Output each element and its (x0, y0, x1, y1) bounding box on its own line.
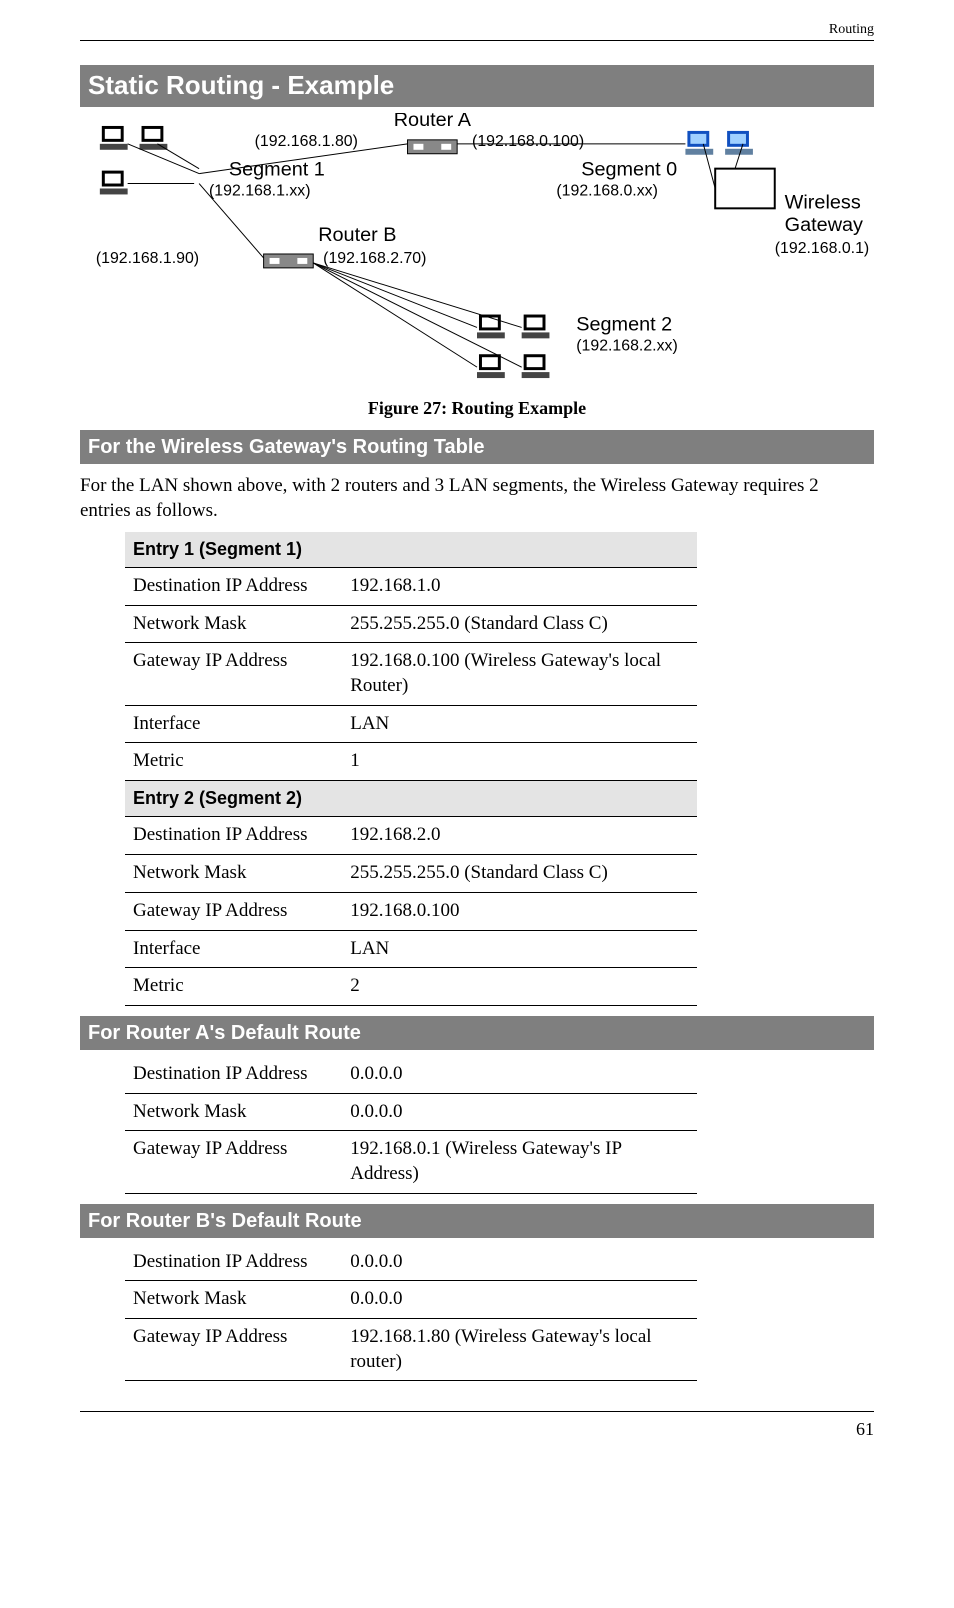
value-mask: 255.255.255.0 (Standard Class C) (342, 855, 696, 893)
table-row: Network Mask 255.255.255.0 (Standard Cla… (125, 605, 697, 643)
value-mask: 0.0.0.0 (342, 1093, 696, 1131)
value-metric: 1 (342, 743, 696, 781)
table-row: Gateway IP Address 192.168.0.1 (Wireless… (125, 1131, 697, 1193)
svg-text:(192.168.2.70): (192.168.2.70) (323, 250, 426, 267)
section-heading-static-routing: Static Routing - Example (80, 65, 874, 107)
router-b-table: Destination IP Address 0.0.0.0 Network M… (125, 1244, 697, 1382)
label-dest: Destination IP Address (125, 1056, 342, 1093)
value-iface: LAN (342, 930, 696, 968)
table-row: Destination IP Address 192.168.1.0 (125, 567, 697, 605)
svg-text:(192.168.0.xx): (192.168.0.xx) (556, 182, 657, 199)
value-mask: 255.255.255.0 (Standard Class C) (342, 605, 696, 643)
value-dest: 192.168.2.0 (342, 817, 696, 855)
svg-text:(192.168.0.1): (192.168.0.1) (775, 240, 869, 257)
value-gw: 192.168.0.1 (Wireless Gateway's IP Addre… (342, 1131, 696, 1193)
label-metric: Metric (125, 743, 342, 781)
label-dest: Destination IP Address (125, 1244, 342, 1281)
value-iface: LAN (342, 705, 696, 743)
table-row: Metric 1 (125, 743, 697, 781)
svg-text:Segment 0: Segment 0 (581, 158, 677, 180)
svg-text:(192.168.1.xx): (192.168.1.xx) (209, 182, 310, 199)
label-gw: Gateway IP Address (125, 1319, 342, 1381)
header-rule: Routing (80, 40, 874, 41)
svg-text:Wireless: Wireless (785, 191, 861, 213)
table-row: Destination IP Address 192.168.2.0 (125, 817, 697, 855)
table-row: Entry 1 (Segment 1) (125, 532, 697, 568)
table-row: Network Mask 255.255.255.0 (Standard Cla… (125, 855, 697, 893)
table-row: Network Mask 0.0.0.0 (125, 1093, 697, 1131)
section-heading-router-a: For Router A's Default Route (80, 1016, 874, 1050)
router-a-table: Destination IP Address 0.0.0.0 Network M… (125, 1056, 697, 1194)
figure-caption: Figure 27: Routing Example (80, 397, 874, 420)
value-dest: 192.168.1.0 (342, 567, 696, 605)
svg-text:Segment 2: Segment 2 (576, 313, 672, 335)
value-mask: 0.0.0.0 (342, 1281, 696, 1319)
svg-text:Router A: Router A (394, 113, 472, 131)
label-gw: Gateway IP Address (125, 643, 342, 705)
label-gw: Gateway IP Address (125, 1131, 342, 1193)
routing-diagram: Router A (192.168.1.80) (192.168.0.100) … (80, 113, 874, 393)
svg-text:Segment 1: Segment 1 (229, 158, 325, 180)
page-number: 61 (856, 1419, 874, 1439)
section-heading-router-b: For Router B's Default Route (80, 1204, 874, 1238)
section-heading-wireless-gateway: For the Wireless Gateway's Routing Table (80, 430, 874, 464)
value-gw: 192.168.0.100 (342, 892, 696, 930)
table-row: Gateway IP Address 192.168.0.100 (Wirele… (125, 643, 697, 705)
svg-text:(192.168.1.90): (192.168.1.90) (96, 250, 199, 267)
footer: 61 (80, 1411, 874, 1441)
table-row: Gateway IP Address 192.168.1.80 (Wireles… (125, 1319, 697, 1381)
value-gw: 192.168.1.80 (Wireless Gateway's local r… (342, 1319, 696, 1381)
label-dest: Destination IP Address (125, 567, 342, 605)
svg-text:(192.168.0.100): (192.168.0.100) (472, 133, 584, 150)
value-metric: 2 (342, 968, 696, 1006)
table-row: Gateway IP Address 192.168.0.100 (125, 892, 697, 930)
entry2-header: Entry 2 (Segment 2) (125, 781, 697, 817)
table-row: Destination IP Address 0.0.0.0 (125, 1244, 697, 1281)
intro-text: For the LAN shown above, with 2 routers … (80, 474, 874, 523)
svg-text:(192.168.1.80): (192.168.1.80) (255, 133, 358, 150)
table-row: Interface LAN (125, 705, 697, 743)
value-dest: 0.0.0.0 (342, 1244, 696, 1281)
value-gw: 192.168.0.100 (Wireless Gateway's local … (342, 643, 696, 705)
entry1-header: Entry 1 (Segment 1) (125, 532, 697, 568)
svg-text:(192.168.2.xx): (192.168.2.xx) (576, 337, 677, 354)
value-dest: 0.0.0.0 (342, 1056, 696, 1093)
table-row: Network Mask 0.0.0.0 (125, 1281, 697, 1319)
gateway-routing-table: Entry 1 (Segment 1) Destination IP Addre… (125, 532, 697, 1006)
label-mask: Network Mask (125, 1281, 342, 1319)
table-row: Destination IP Address 0.0.0.0 (125, 1056, 697, 1093)
svg-text:Router B: Router B (318, 224, 396, 246)
table-row: Interface LAN (125, 930, 697, 968)
svg-text:Gateway: Gateway (785, 214, 863, 236)
label-mask: Network Mask (125, 855, 342, 893)
label-iface: Interface (125, 705, 342, 743)
table-row: Metric 2 (125, 968, 697, 1006)
label-dest: Destination IP Address (125, 817, 342, 855)
label-gw: Gateway IP Address (125, 892, 342, 930)
running-head: Routing (829, 21, 874, 39)
label-iface: Interface (125, 930, 342, 968)
label-mask: Network Mask (125, 1093, 342, 1131)
label-mask: Network Mask (125, 605, 342, 643)
table-row: Entry 2 (Segment 2) (125, 781, 697, 817)
label-metric: Metric (125, 968, 342, 1006)
